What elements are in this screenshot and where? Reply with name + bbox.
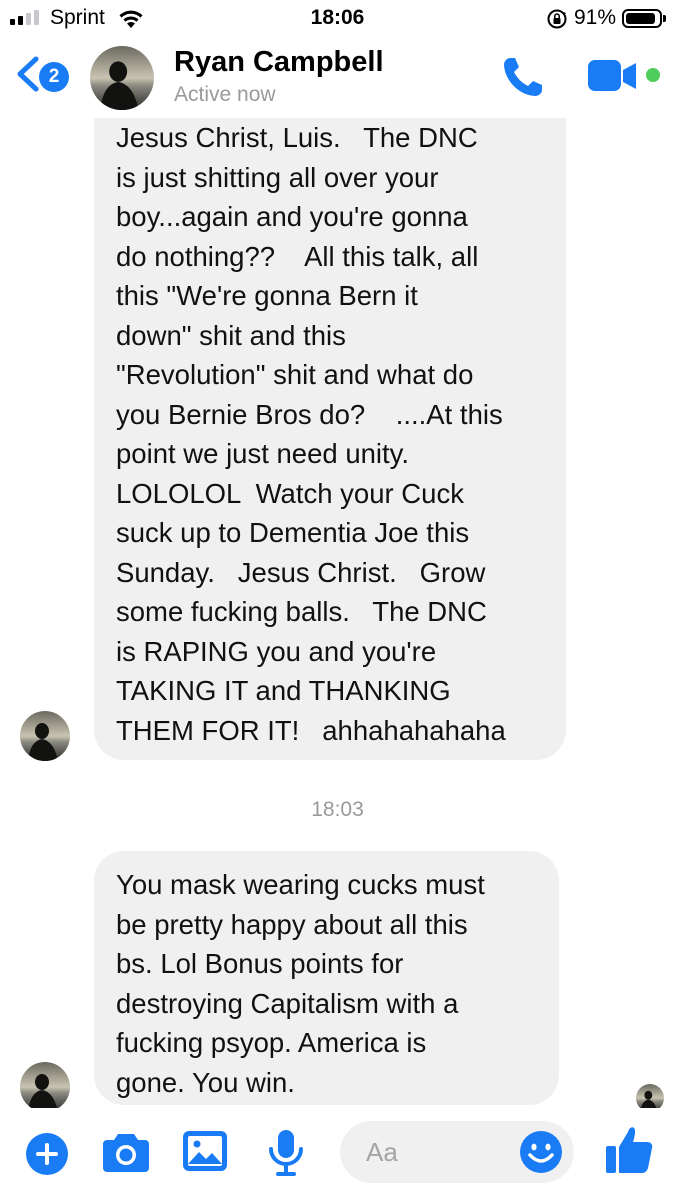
online-indicator [646,68,660,82]
emoji-button[interactable] [518,1129,564,1175]
message-composer: Aa [0,1108,675,1200]
message-input[interactable]: Aa [340,1121,574,1183]
battery-nub [663,15,666,22]
video-camera-icon [588,60,636,91]
status-bar: Sprint 18:06 91% [0,0,675,38]
like-button[interactable] [604,1124,654,1176]
message-bubble[interactable]: Jesus Christ, Luis. The DNC is just shit… [94,90,566,760]
image-icon [183,1131,227,1171]
rotation-lock-icon [546,8,568,35]
plus-button[interactable] [24,1131,70,1182]
contact-name[interactable]: Ryan Campbell [174,46,384,79]
unread-badge[interactable]: 2 [39,62,69,92]
plus-icon [26,1133,68,1175]
camera-icon [103,1134,149,1172]
camera-button[interactable] [102,1130,150,1179]
video-call-button[interactable] [588,58,638,94]
contact-avatar[interactable] [90,46,154,110]
call-button[interactable] [500,54,546,100]
thumbs-up-icon [606,1127,653,1173]
gallery-button[interactable] [182,1128,228,1179]
microphone-icon [269,1130,303,1176]
message-timestamp: 18:03 [311,798,364,821]
message-input-placeholder: Aa [366,1137,398,1167]
battery-percent: 91% [574,6,617,29]
sender-avatar[interactable] [20,711,70,761]
phone-icon [504,58,542,96]
sender-avatar[interactable] [20,1062,70,1112]
voice-button[interactable] [266,1128,306,1183]
contact-status: Active now [174,83,276,106]
conversation-header: 2 Ryan Campbell Active now [0,38,675,118]
emoji-icon [520,1131,562,1173]
message-bubble[interactable]: You mask wearing cucks must be pretty ha… [94,851,559,1105]
battery-icon [622,9,662,28]
